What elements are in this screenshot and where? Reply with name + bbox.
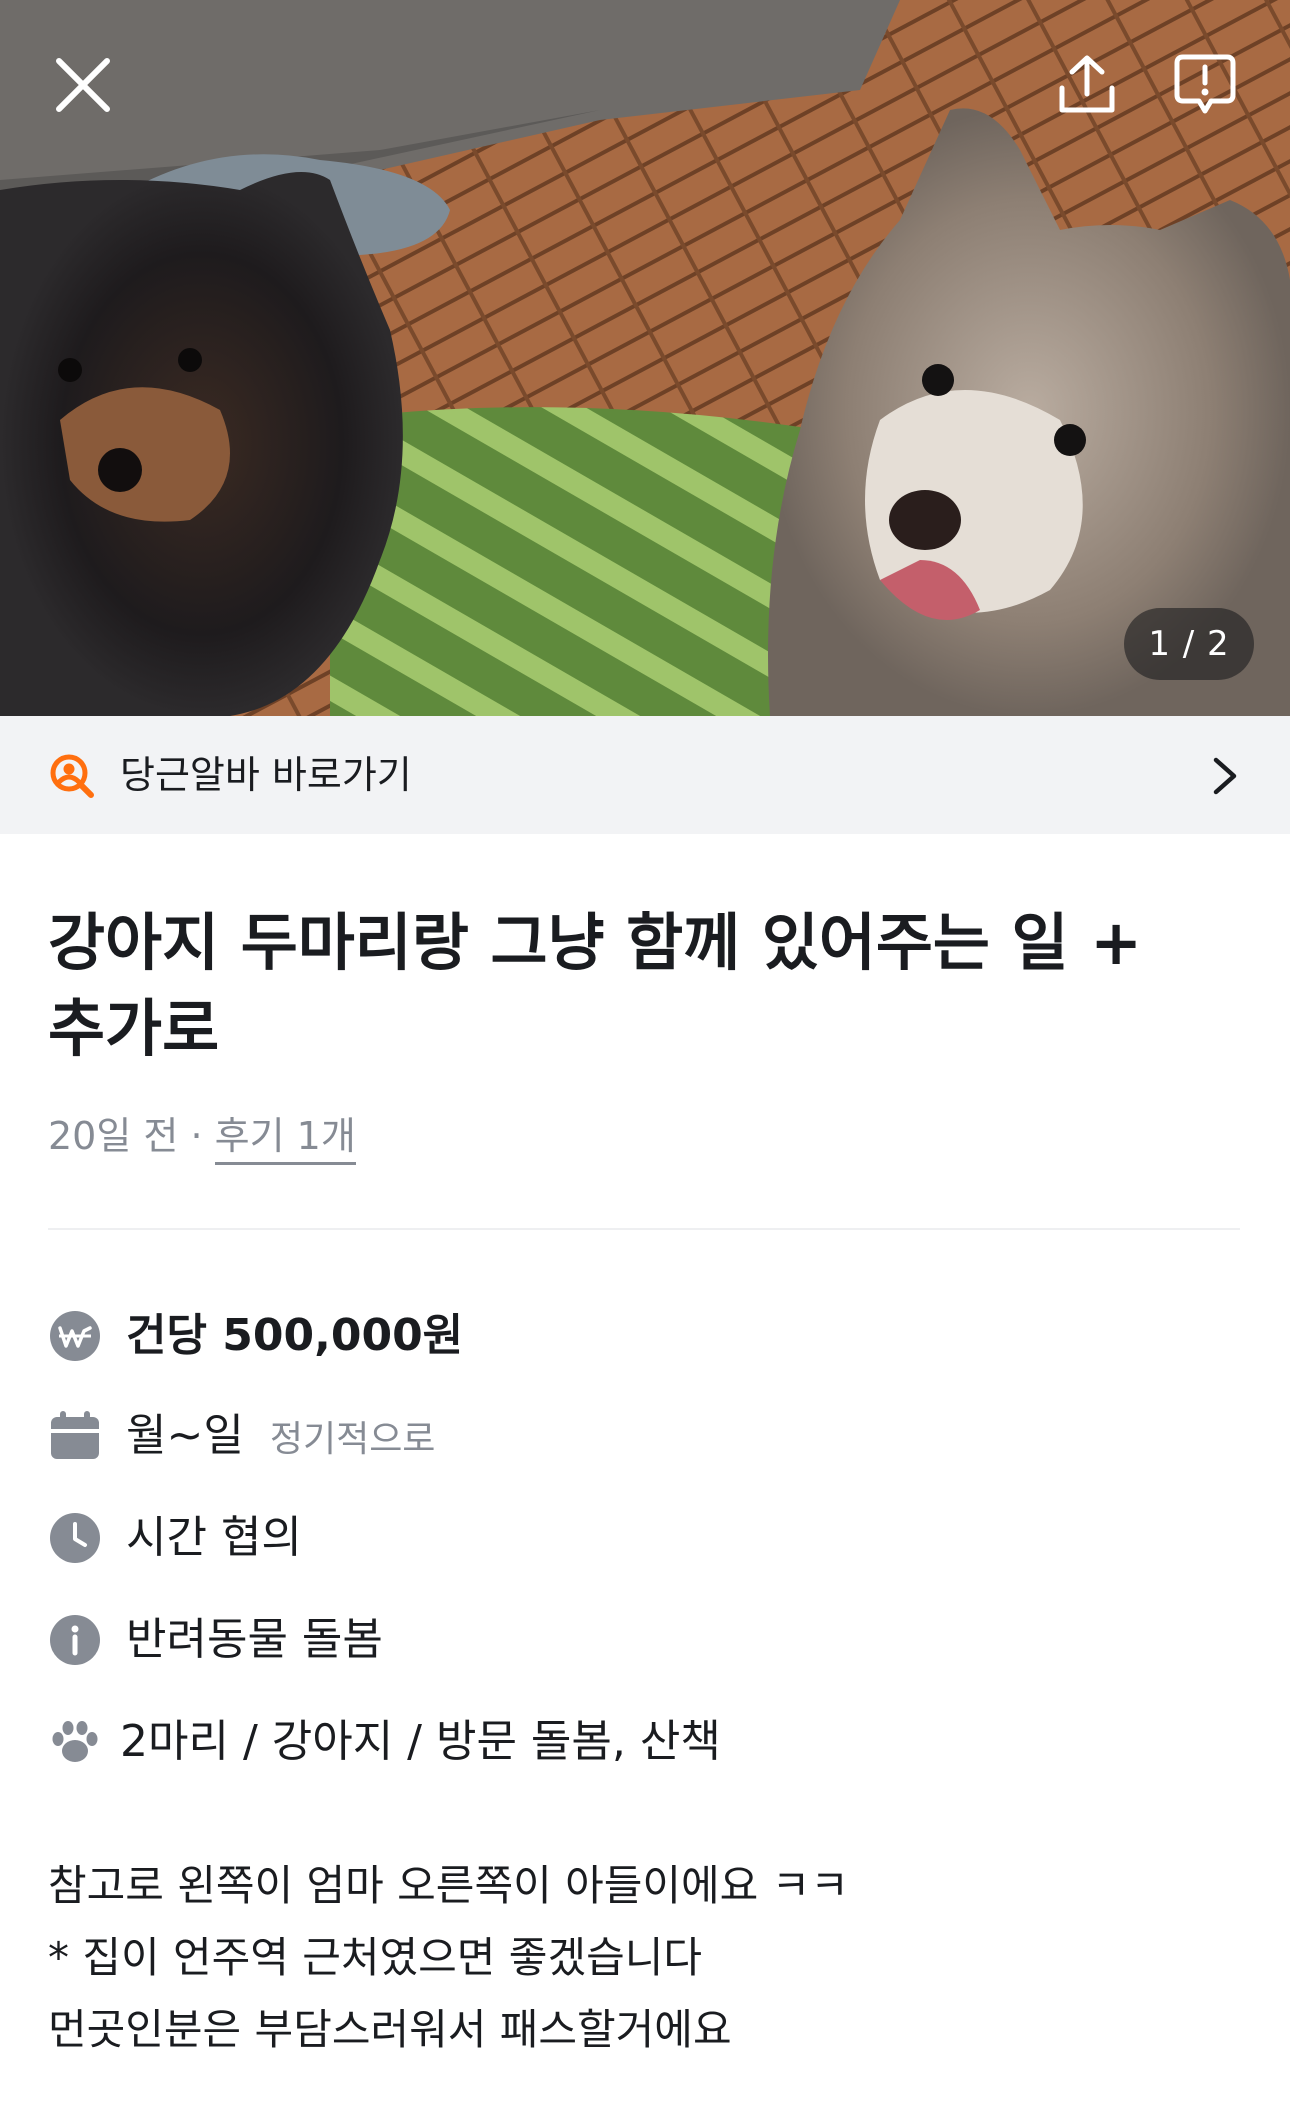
post-title: 강아지 두마리랑 그냥 함께 있어주는 일 + 추가로 <box>48 906 1143 1065</box>
pay-text: 건당 500,000원 <box>126 1310 464 1361</box>
won-icon <box>50 1311 100 1361</box>
post-description: 참고로 왼쪽이 엄마 오른쪽이 아들이에요 ㅋㅋ * 집이 언주역 근처였으면 … <box>48 1850 1238 2066</box>
category-text: 반려동물 돌봄 <box>126 1614 383 1665</box>
share-icon <box>1059 55 1115 113</box>
close-icon <box>56 58 110 112</box>
photo-carousel[interactable]: 1 / 2 <box>0 0 1290 716</box>
image-counter: 1 / 2 <box>1124 608 1254 680</box>
paw-icon <box>52 1721 98 1762</box>
danggeun-alba-link[interactable]: 당근알바 바로가기 <box>0 716 1290 834</box>
time-text: 시간 협의 <box>126 1512 302 1563</box>
share-button[interactable] <box>1042 40 1132 130</box>
promo-label: 당근알바 바로가기 <box>120 753 412 797</box>
post-meta: 20일 전 · 후기 1개 <box>48 1110 356 1165</box>
close-button[interactable] <box>38 40 128 130</box>
description-line: * 집이 언주역 근처였으면 좋겠습니다 <box>48 1933 703 1982</box>
description-line: 참고로 왼쪽이 엄마 오른쪽이 아들이에요 ㅋㅋ <box>48 1861 849 1910</box>
description-line: 먼곳인분은 부담스러워서 패스할거에요 <box>48 2005 732 2054</box>
days-row: 월~일 정기적으로 <box>48 1406 435 1466</box>
divider <box>48 1228 1240 1230</box>
chevron-right-icon <box>1213 757 1237 795</box>
review-link[interactable]: 후기 1개 <box>214 1112 356 1165</box>
pets-text: 2마리 / 강아지 / 방문 돌봄, 산책 <box>120 1716 721 1767</box>
search-person-icon <box>50 754 94 798</box>
days-text: 월~일 <box>126 1410 244 1461</box>
report-icon <box>1174 54 1236 114</box>
pay-row: 건당 500,000원 <box>48 1306 463 1366</box>
time-ago: 20일 전 <box>48 1114 179 1158</box>
info-icon <box>50 1615 100 1665</box>
report-button[interactable] <box>1160 40 1250 130</box>
pets-row: 2마리 / 강아지 / 방문 돌봄, 산책 <box>48 1712 721 1772</box>
meta-separator: · <box>190 1114 203 1158</box>
calendar-icon <box>51 1411 99 1459</box>
time-row: 시간 협의 <box>48 1508 302 1568</box>
clock-icon <box>50 1513 100 1563</box>
category-row: 반려동물 돌봄 <box>48 1610 383 1670</box>
days-note: 정기적으로 <box>269 1419 436 1460</box>
